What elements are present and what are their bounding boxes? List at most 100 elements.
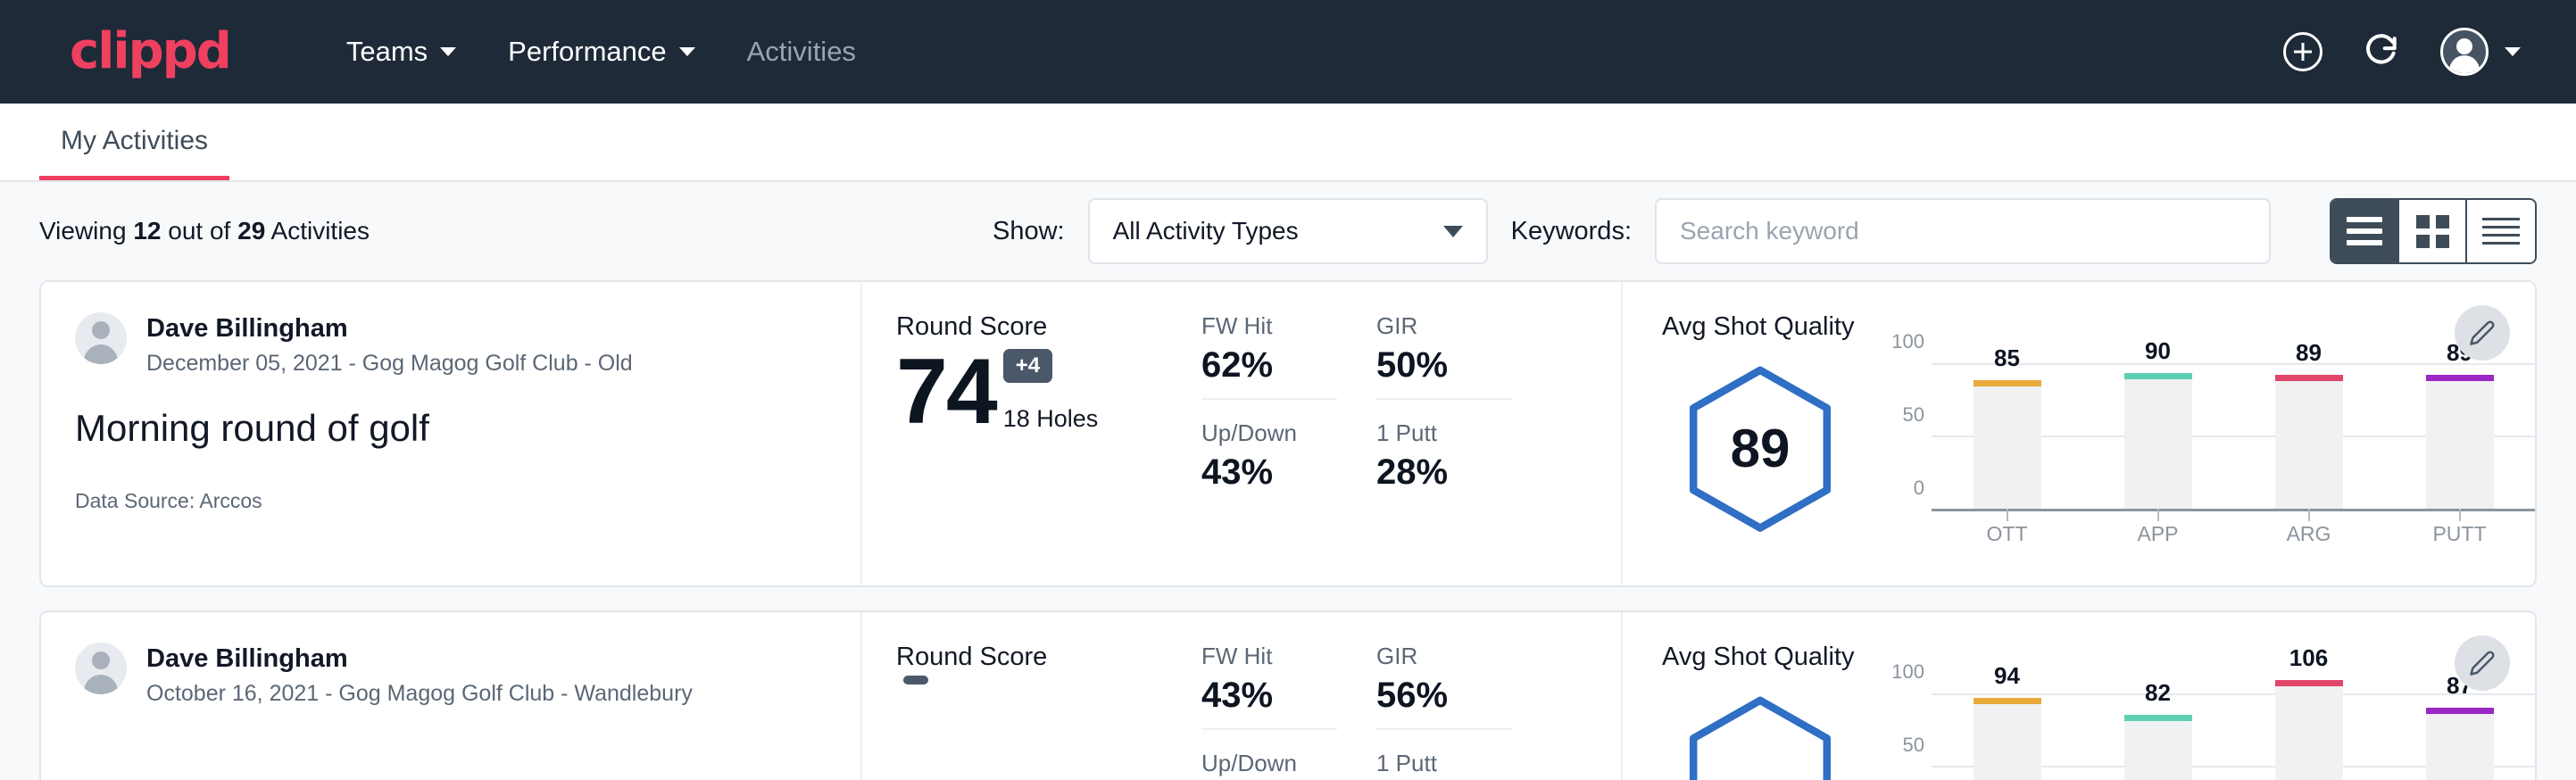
avatar — [75, 643, 127, 694]
chart-bars: 85908989 — [1932, 351, 2535, 509]
viewing-prefix: Viewing — [39, 217, 127, 245]
chart-bar: 87 — [2426, 681, 2494, 780]
stat-up-down: Up/Down 43% — [1201, 419, 1337, 505]
x-axis-label: OTT — [1974, 522, 2041, 546]
compact-lines-icon — [2482, 218, 2520, 245]
avg-shot-quality-section: Avg Shot Quality 050100 948210687 OTTAPP… — [1621, 612, 2535, 780]
x-axis-tick — [2459, 509, 2461, 521]
filter-toolbar: Viewing 12 out of 29 Activities Show: Al… — [0, 182, 2576, 280]
viewing-suffix: Activities — [271, 217, 370, 245]
round-score-row: 74 +4 18 Holes — [896, 345, 1201, 438]
score-to-par-badge — [903, 676, 928, 685]
y-axis-tick: 100 — [1891, 330, 1924, 353]
tab-my-activities[interactable]: My Activities — [39, 126, 229, 180]
chart-bar-fill — [1974, 704, 2041, 780]
stat-label: GIR — [1376, 312, 1512, 340]
player-name: Dave Billingham — [146, 312, 633, 344]
avg-shot-quality-value: 89 — [1684, 364, 1836, 534]
y-axis-tick: 50 — [1903, 734, 1924, 757]
chart-bar-fill — [2124, 721, 2192, 780]
shot-quality-bar-chart: 050100 948210687 OTTAPPARGPUTT — [1858, 681, 2535, 780]
grid-view-button[interactable] — [2399, 200, 2467, 262]
user-menu[interactable] — [2440, 28, 2521, 76]
score-to-par-badge: +4 — [1003, 349, 1052, 383]
activity-title: Morning round of golf — [75, 407, 827, 450]
stat-up-down: Up/Down — [1201, 750, 1337, 780]
stat-one-putt: 1 Putt 28% — [1376, 419, 1512, 505]
x-axis-tick — [2007, 509, 2008, 521]
stat-gir: GIR 56% — [1376, 643, 1512, 730]
activity-card[interactable]: Dave Billingham December 05, 2021 - Gog … — [39, 280, 2537, 587]
nav-item-label: Performance — [508, 36, 666, 68]
chart-bar-cap — [1974, 380, 2041, 386]
viewing-total: 29 — [237, 217, 265, 245]
stat-label: GIR — [1376, 643, 1512, 670]
player-name: Dave Billingham — [146, 643, 693, 675]
stat-value: 28% — [1376, 452, 1512, 493]
viewing-middle: out of — [168, 217, 230, 245]
stat-value: 62% — [1201, 345, 1337, 386]
activity-info: Dave Billingham October 16, 2021 - Gog M… — [41, 612, 862, 780]
search-input[interactable] — [1655, 198, 2271, 264]
round-score-row — [896, 676, 1201, 765]
nav-item-performance[interactable]: Performance — [488, 27, 714, 77]
activity-meta: October 16, 2021 - Gog Magog Golf Club -… — [146, 681, 693, 707]
activity-data-source: Data Source: Arccos — [75, 489, 827, 513]
chart-bar: 106 — [2275, 681, 2343, 780]
chart-bar-fill — [2275, 381, 2343, 509]
primary-nav: Teams Performance Activities — [327, 27, 876, 77]
round-score-label: Round Score — [896, 643, 1201, 672]
nav-item-teams[interactable]: Teams — [327, 27, 476, 77]
x-axis-label: APP — [2124, 522, 2192, 546]
round-score-section: Round Score — [862, 612, 1201, 780]
chart-bar-fill — [2275, 686, 2343, 780]
activity-list: Dave Billingham December 05, 2021 - Gog … — [0, 280, 2576, 780]
nav-item-activities[interactable]: Activities — [727, 27, 876, 77]
refresh-icon[interactable] — [2362, 30, 2401, 74]
keywords-label: Keywords: — [1511, 217, 1632, 246]
chart-plot-area: 948210687 — [1932, 681, 2535, 780]
tab-label: My Activities — [61, 126, 208, 155]
y-axis-tick: 50 — [1903, 403, 1924, 427]
stat-value: 56% — [1376, 676, 1512, 716]
chart-bar: 94 — [1974, 681, 2041, 780]
nav-item-label: Activities — [747, 36, 856, 68]
avg-shot-quality-value — [1684, 694, 1836, 780]
chart-bar-value: 90 — [2145, 337, 2171, 365]
stat-label: FW Hit — [1201, 312, 1337, 340]
viewing-summary: Viewing 12 out of 29 Activities — [39, 217, 370, 245]
activity-card[interactable]: Dave Billingham October 16, 2021 - Gog M… — [39, 610, 2537, 780]
x-axis-label: ARG — [2275, 522, 2343, 546]
stat-value: 43% — [1201, 676, 1337, 716]
chart-plot-area: 85908989 — [1932, 351, 2535, 511]
round-stats: FW Hit 43% GIR 56% Up/Down 1 Putt — [1201, 612, 1621, 780]
tab-strip: My Activities — [0, 104, 2576, 182]
round-score-value: 74 — [896, 345, 996, 438]
stat-gir: GIR 50% — [1376, 312, 1512, 400]
plus-circle-icon[interactable] — [2283, 32, 2323, 71]
edit-activity-button[interactable] — [2455, 635, 2510, 691]
chart-y-axis: 050100 — [1882, 351, 1932, 511]
chart-bar-fill — [2124, 379, 2192, 509]
compact-view-button[interactable] — [2467, 200, 2535, 262]
chevron-down-icon — [1443, 226, 1463, 237]
chart-bar-fill — [2426, 381, 2494, 509]
stat-label: Up/Down — [1201, 750, 1337, 777]
chart-y-axis: 050100 — [1882, 681, 1932, 780]
avatar — [75, 312, 127, 364]
app-logo[interactable]: clippd — [70, 27, 230, 77]
chart-bars: 948210687 — [1932, 681, 2535, 780]
navbar-actions — [2283, 28, 2521, 76]
show-label: Show: — [993, 217, 1065, 246]
chart-bar-cap — [2124, 373, 2192, 379]
chart-bar: 89 — [2426, 351, 2494, 509]
chevron-down-icon — [679, 47, 695, 56]
stat-value: 50% — [1376, 345, 1512, 386]
list-view-button[interactable] — [2331, 200, 2399, 262]
activity-author: Dave Billingham December 05, 2021 - Gog … — [75, 312, 827, 377]
chart-bar-cap — [2426, 375, 2494, 381]
pencil-icon — [2469, 319, 2496, 346]
chart-bar-fill — [2426, 714, 2494, 780]
edit-activity-button[interactable] — [2455, 305, 2510, 361]
activity-type-select[interactable]: All Activity Types — [1088, 198, 1488, 264]
